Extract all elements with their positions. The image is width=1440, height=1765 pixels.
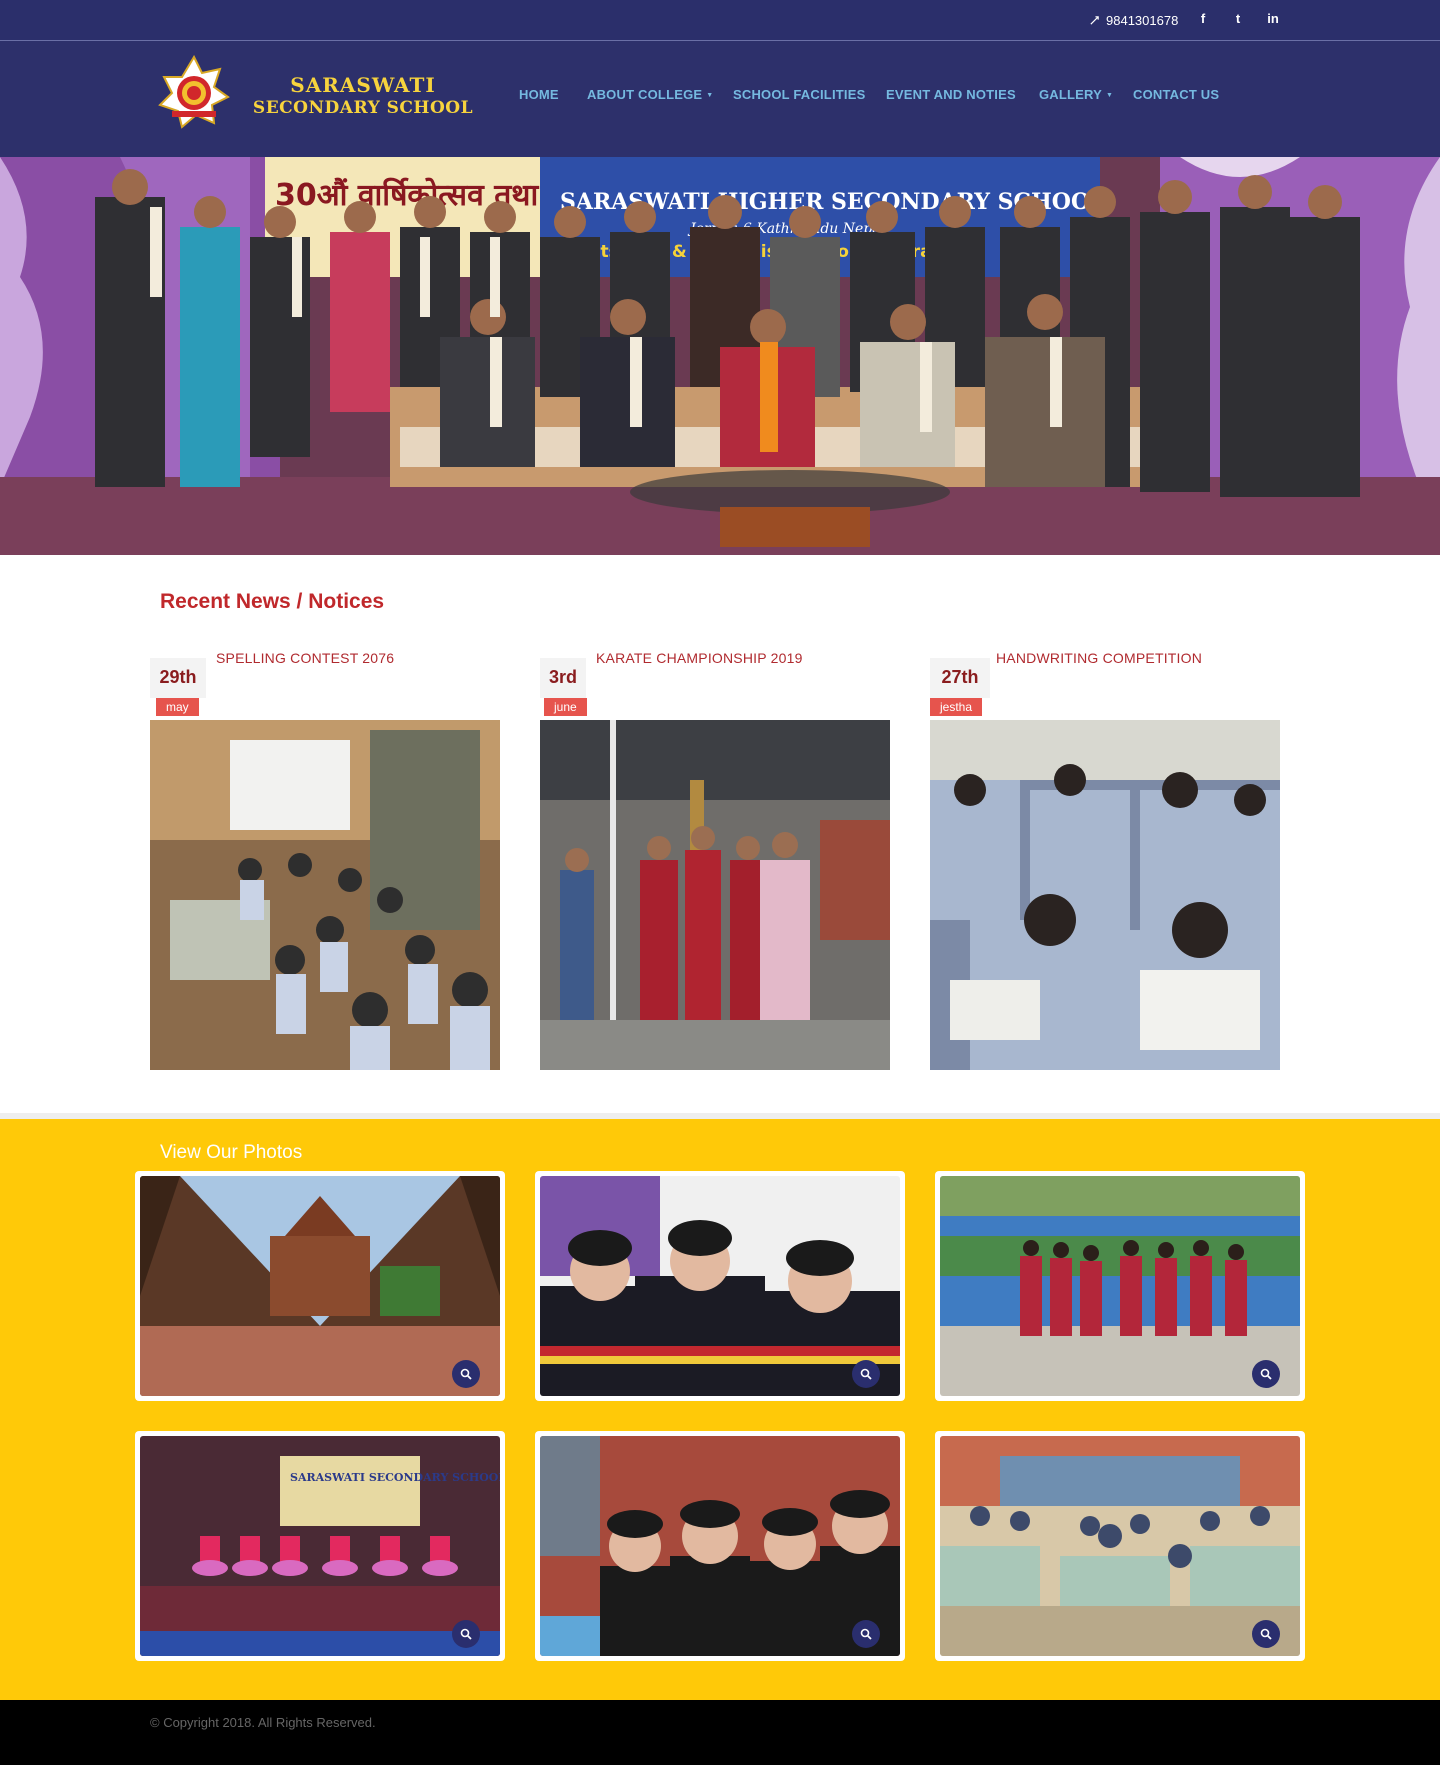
caret-down-icon: ▼: [1106, 92, 1114, 99]
news-title[interactable]: HANDWRITING COMPETITION: [996, 650, 1202, 666]
zoom-button[interactable]: [1252, 1620, 1280, 1648]
footer: © Copyright 2018. All Rights Reserved.: [0, 1700, 1440, 1765]
photo-gallery-section: View Our Photos SARASWATI SECONDARY SCHO…: [0, 1119, 1440, 1700]
news-image[interactable]: [540, 720, 890, 1070]
section-title-recent-news: Recent News / Notices: [160, 590, 385, 613]
zoom-button[interactable]: [852, 1360, 880, 1388]
gallery-photo[interactable]: SARASWATI SECONDARY SCHOOL: [135, 1431, 505, 1661]
stage-banner-text: SARASWATI SECONDARY SCHOOL: [290, 1471, 500, 1484]
news-month-badge: jestha: [930, 698, 983, 716]
news-day: 3rd: [548, 667, 577, 687]
zoom-button[interactable]: [1252, 1360, 1280, 1388]
news-image[interactable]: [150, 720, 500, 1070]
facebook-icon[interactable]: f: [1193, 8, 1213, 28]
search-icon: [860, 1368, 872, 1380]
phone-icon: [1090, 15, 1099, 25]
linkedin-icon[interactable]: in: [1263, 8, 1283, 28]
zoom-button[interactable]: [452, 1620, 480, 1648]
top-bar: 9841301678 f t in: [0, 0, 1440, 40]
news-day: 29th: [159, 667, 197, 687]
news-card[interactable]: 29th may SPELLING CONTEST 2076: [150, 648, 500, 1070]
phone-number: 9841301678: [1106, 12, 1179, 28]
search-icon: [1260, 1628, 1272, 1640]
news-card[interactable]: 27th jestha HANDWRITING COMPETITION: [930, 648, 1280, 1070]
nav-contact-us[interactable]: CONTACT US: [1133, 87, 1219, 107]
news-month-badge: may: [156, 698, 199, 716]
phone-contact[interactable]: 9841301678: [1089, 10, 1178, 30]
hero-banner: 30औं वार्षिकोत्सव तथा अभिभावक दिवस SARAS…: [0, 157, 1440, 555]
gallery-photo[interactable]: [135, 1171, 505, 1401]
school-name-line1: SARASWATI: [290, 73, 436, 97]
news-title[interactable]: SPELLING CONTEST 2076: [216, 650, 394, 666]
twitter-icon[interactable]: t: [1228, 8, 1248, 28]
news-image[interactable]: [930, 720, 1280, 1070]
nav-about-college[interactable]: ABOUT COLLEGE ▼: [587, 87, 713, 107]
hero-photo: 30औं वार्षिकोत्सव तथा अभिभावक दिवस SARAS…: [0, 157, 1440, 555]
nav-school-facilities[interactable]: SCHOOL FACILITIES: [733, 87, 865, 107]
search-icon: [1260, 1368, 1272, 1380]
section-title-view-photos: View Our Photos: [160, 1142, 303, 1163]
gallery-photo[interactable]: [535, 1431, 905, 1661]
search-icon: [860, 1628, 872, 1640]
news-day: 27th: [941, 667, 979, 687]
school-name[interactable]: SARASWATI SECONDARY SCHOOL: [238, 73, 488, 119]
news-month-badge: june: [544, 698, 587, 716]
gallery-photo[interactable]: [535, 1171, 905, 1401]
main-header: SARASWATI SECONDARY SCHOOL HOME ABOUT CO…: [0, 41, 1440, 157]
nav-home[interactable]: HOME: [519, 87, 559, 107]
nav-gallery[interactable]: GALLERY ▼: [1039, 87, 1113, 107]
zoom-button[interactable]: [452, 1360, 480, 1388]
zoom-button[interactable]: [852, 1620, 880, 1648]
nav-event-and-noties[interactable]: EVENT AND NOTIES: [886, 87, 1016, 107]
school-name-line2: SECONDARY SCHOOL: [252, 98, 474, 118]
news-title[interactable]: KARATE CHAMPIONSHIP 2019: [596, 650, 803, 666]
copyright-text: © Copyright 2018. All Rights Reserved.: [150, 1715, 376, 1730]
search-icon: [460, 1368, 472, 1380]
school-logo[interactable]: [158, 55, 230, 129]
gallery-photo[interactable]: [935, 1431, 1305, 1661]
gallery-photo[interactable]: [935, 1171, 1305, 1401]
news-card[interactable]: 3rd june KARATE CHAMPIONSHIP 2019: [540, 648, 890, 1070]
search-icon: [460, 1628, 472, 1640]
caret-down-icon: ▼: [706, 92, 714, 99]
